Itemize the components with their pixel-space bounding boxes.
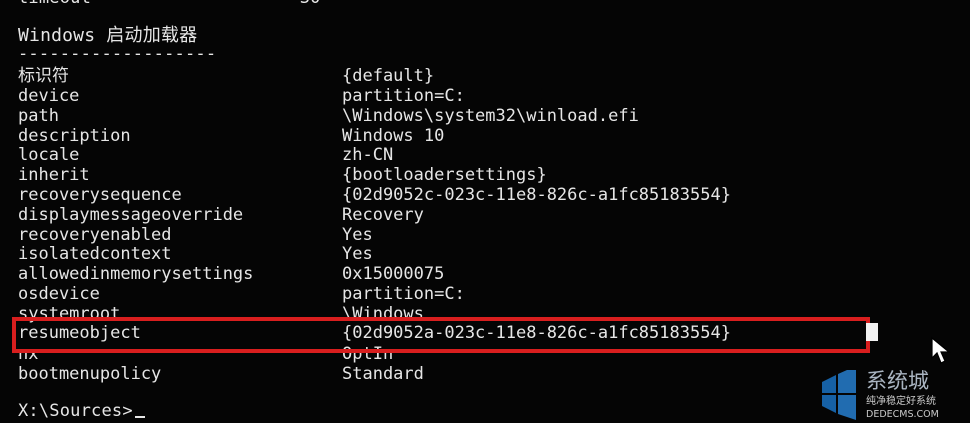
- text-selection-block: [866, 323, 878, 341]
- highlight-annotation-box: [12, 317, 870, 353]
- watermark-subtitle: 纯净稳定好系统: [866, 394, 936, 407]
- entry-value: {default}: [342, 66, 435, 86]
- entry-value: Yes: [342, 225, 373, 245]
- entry-value: Windows 10: [342, 126, 445, 146]
- prompt-line[interactable]: X:\Sources>: [18, 401, 145, 421]
- entry-key: 标识符: [18, 66, 69, 86]
- entry-key: description: [18, 126, 131, 146]
- entry-value: 0x15000075: [342, 264, 445, 284]
- entry-key: path: [18, 106, 59, 126]
- entry-key: displaymessageoverride: [18, 205, 244, 225]
- entry-row: device partition=C:: [0, 86, 900, 106]
- entry-row: path \Windows\system32\winload.efi: [0, 106, 900, 126]
- entry-key: isolatedcontext: [18, 244, 172, 264]
- entry-row: 标识符 {default}: [0, 66, 900, 86]
- entry-key: recoveryenabled: [18, 225, 172, 245]
- mouse-pointer-icon: [931, 336, 951, 364]
- entry-key: osdevice: [18, 284, 100, 304]
- entry-row: recoveryenabled Yes: [0, 225, 900, 245]
- entry-key: allowedinmemorysettings: [18, 264, 254, 284]
- watermark-logo: 系统城 纯净稳定好系统 DEDECMS.COM: [822, 370, 939, 420]
- entry-value: partition=C:: [342, 284, 465, 304]
- entry-value: \Windows\system32\winload.efi: [342, 106, 639, 126]
- watermark-site: DEDECMS.COM: [866, 409, 939, 420]
- entry-key: recoverysequence: [18, 185, 182, 205]
- entry-row: osdevice partition=C:: [0, 284, 900, 304]
- entry-value: Recovery: [342, 205, 424, 225]
- entry-value: zh-CN: [342, 145, 394, 165]
- entry-value: {bootloadersettings}: [342, 165, 547, 185]
- entry-value: Standard: [342, 364, 424, 384]
- entry-row: allowedinmemorysettings 0x15000075: [0, 264, 900, 284]
- entry-row: inherit {bootloadersettings}: [0, 165, 900, 185]
- entry-row: description Windows 10: [0, 126, 900, 146]
- entry-row: displaymessageoverride Recovery: [0, 205, 900, 225]
- entry-value: Yes: [342, 244, 373, 264]
- entry-value: partition=C:: [342, 86, 465, 106]
- entry-row: locale zh-CN: [0, 145, 900, 165]
- section-title: Windows 启动加载器: [18, 25, 198, 46]
- entry-key: bootmenupolicy: [18, 364, 162, 384]
- watermark-title: 系统城: [866, 370, 929, 393]
- entry-row: isolatedcontext Yes: [0, 244, 900, 264]
- entry-key: device: [18, 86, 80, 106]
- clipped-top-line: timeout 30: [18, 0, 321, 8]
- entry-row: bootmenupolicy Standard: [0, 364, 900, 384]
- section-separator: -------------------: [18, 44, 217, 64]
- command-prompt-window[interactable]: timeout 30 Windows 启动加载器 ---------------…: [0, 0, 970, 423]
- entry-key: inherit: [18, 165, 90, 185]
- windows-logo-icon: [822, 370, 856, 420]
- entry-key: locale: [18, 145, 80, 165]
- prompt-text: X:\Sources>: [18, 401, 133, 421]
- entry-row: recoverysequence {02d9052c-023c-11e8-826…: [0, 185, 900, 205]
- text-cursor: [134, 416, 145, 418]
- entry-value: {02d9052c-023c-11e8-826c-a1fc85183554}: [342, 185, 731, 205]
